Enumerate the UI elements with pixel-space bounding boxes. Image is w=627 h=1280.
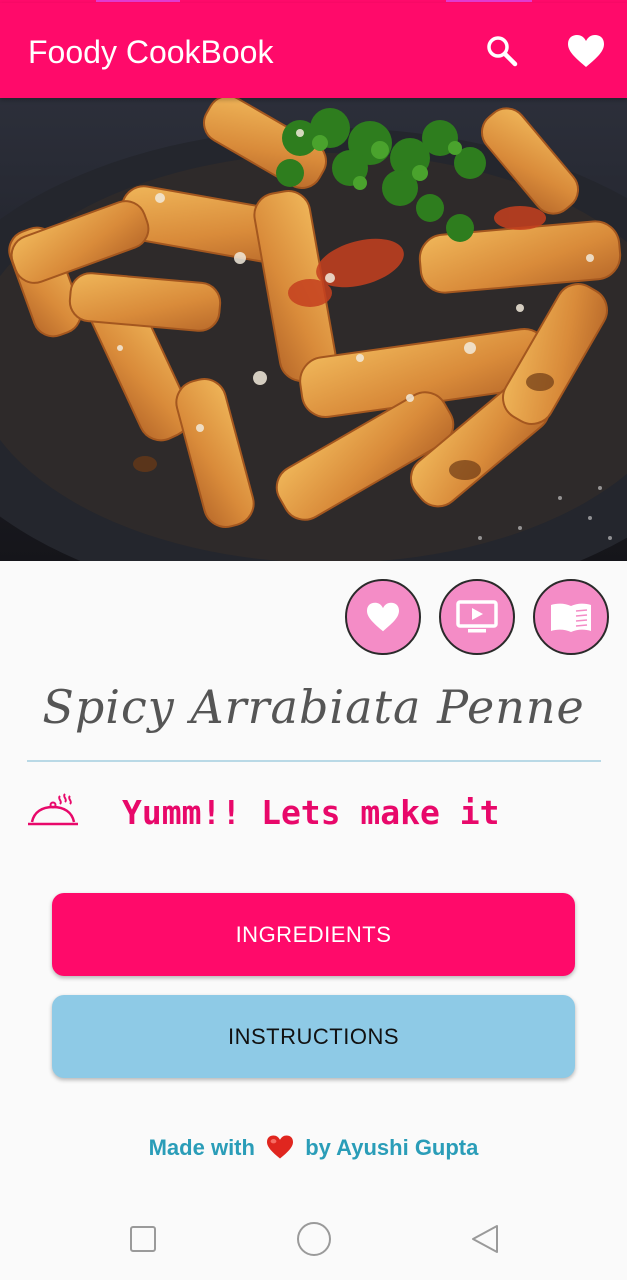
search-icon[interactable]	[484, 33, 520, 69]
status-indicator	[96, 0, 180, 2]
recipe-image	[0, 98, 627, 561]
credit-prefix: Made with	[148, 1135, 255, 1160]
video-button[interactable]	[439, 579, 515, 655]
tagline: Yumm!! Lets make it	[122, 793, 500, 832]
ingredients-button[interactable]: INGREDIENTS	[52, 893, 575, 976]
home-icon[interactable]	[297, 1222, 331, 1256]
credit-line: Made with by Ayushi Gupta	[0, 1132, 627, 1164]
divider	[27, 760, 601, 762]
favorite-button[interactable]	[345, 579, 421, 655]
video-icon	[456, 600, 498, 633]
app-bar: Foody CookBook	[0, 3, 627, 98]
recipe-book-button[interactable]	[533, 579, 609, 655]
book-icon	[551, 603, 591, 632]
app-title: Foody CookBook	[28, 34, 274, 70]
recipe-title: Spicy Arrabiata Penne	[42, 680, 585, 734]
heart-icon[interactable]	[566, 33, 606, 69]
back-icon[interactable]	[470, 1223, 500, 1255]
status-indicator	[446, 0, 532, 2]
system-nav-bar	[0, 1197, 627, 1280]
credit-suffix: by Ayushi Gupta	[305, 1135, 479, 1160]
heart-emoji-icon	[265, 1134, 295, 1160]
recents-icon[interactable]	[130, 1226, 156, 1252]
instructions-button[interactable]: INSTRUCTIONS	[52, 995, 575, 1078]
cloche-icon	[26, 792, 80, 832]
heart-icon	[367, 602, 399, 632]
